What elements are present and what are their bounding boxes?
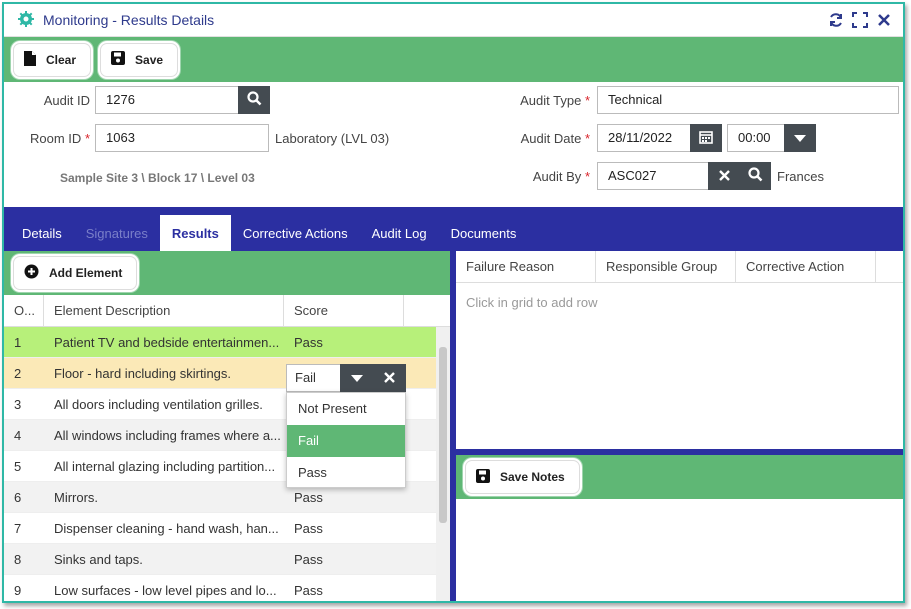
clear-button-label: Clear bbox=[46, 52, 77, 67]
close-icon bbox=[718, 169, 730, 184]
column-score[interactable]: Score bbox=[284, 295, 404, 326]
date-picker-button[interactable] bbox=[690, 124, 722, 152]
results-grid-header: O... Element Description Score bbox=[4, 295, 450, 327]
room-name-text: Laboratory (LVL 03) bbox=[275, 131, 390, 146]
title-bar: Monitoring - Results Details bbox=[4, 4, 903, 37]
audit-search-button[interactable] bbox=[238, 86, 270, 114]
table-row[interactable]: 9 Low surfaces - low level pipes and lo..… bbox=[4, 575, 450, 601]
calendar-icon bbox=[699, 130, 713, 147]
tab-details[interactable]: Details bbox=[10, 215, 74, 251]
add-row-hint[interactable]: Click in grid to add row bbox=[456, 283, 903, 322]
window-title: Monitoring - Results Details bbox=[43, 12, 215, 28]
chevron-down-icon bbox=[350, 371, 363, 386]
column-order[interactable]: O... bbox=[4, 295, 44, 326]
audit-header-form: Audit ID 1276 Room ID * 1063 Laboratory … bbox=[4, 82, 903, 207]
tab-results[interactable]: Results bbox=[159, 215, 231, 251]
score-editor-input[interactable]: Fail bbox=[286, 364, 340, 392]
tab-signatures: Signatures bbox=[85, 225, 148, 241]
toolbar: Clear Save bbox=[4, 37, 903, 82]
results-scrollbar[interactable] bbox=[436, 327, 450, 601]
add-element-label: Add Element bbox=[49, 266, 123, 280]
location-path: Sample Site 3 \ Block 17 \ Level 03 bbox=[60, 171, 255, 185]
audit-id-field[interactable]: 1276 bbox=[95, 86, 239, 114]
search-icon bbox=[747, 167, 763, 185]
results-content: Add Element O... Element Description Sco… bbox=[4, 251, 903, 601]
audit-by-name: Frances bbox=[777, 169, 824, 184]
tab-audit-log[interactable]: Audit Log bbox=[360, 215, 439, 251]
table-row[interactable]: 7 Dispenser cleaning - hand wash, han... P… bbox=[4, 513, 450, 544]
score-clear-button[interactable] bbox=[373, 364, 406, 392]
audit-date-label: Audit Date * bbox=[520, 131, 590, 146]
column-corrective-action[interactable]: Corrective Action bbox=[736, 251, 876, 282]
column-responsible-group[interactable]: Responsible Group bbox=[596, 251, 736, 282]
audit-type-field[interactable]: Technical bbox=[597, 86, 899, 114]
failures-grid-header: Failure Reason Responsible Group Correct… bbox=[456, 251, 903, 283]
floppy-disk-icon bbox=[476, 468, 490, 486]
save-button-label: Save bbox=[135, 52, 164, 67]
option-not-present[interactable]: Not Present bbox=[287, 393, 405, 425]
audit-type-label: Audit Type * bbox=[520, 93, 590, 108]
option-pass[interactable]: Pass bbox=[287, 457, 405, 489]
audit-id-label: Audit ID bbox=[43, 93, 90, 108]
results-toolbar: Add Element bbox=[4, 251, 450, 295]
document-icon bbox=[24, 50, 36, 69]
close-icon[interactable] bbox=[875, 11, 893, 29]
tab-documents[interactable]: Documents bbox=[439, 215, 529, 251]
audit-by-field[interactable]: ASC027 bbox=[597, 162, 709, 190]
table-row[interactable]: 1 Patient TV and bedside entertainmen... P… bbox=[4, 327, 450, 358]
failures-panel: Failure Reason Responsible Group Correct… bbox=[456, 251, 903, 601]
plus-circle-icon bbox=[24, 264, 39, 282]
chevron-down-icon bbox=[794, 131, 806, 146]
score-dropdown-button[interactable] bbox=[340, 364, 373, 392]
tab-corrective-actions[interactable]: Corrective Actions bbox=[231, 215, 360, 251]
add-element-button[interactable]: Add Element bbox=[13, 256, 138, 290]
score-dropdown-list: Not Present Fail Pass bbox=[286, 392, 406, 488]
audit-time-field[interactable]: 00:00 bbox=[727, 124, 785, 152]
score-editor[interactable]: Fail bbox=[286, 364, 406, 392]
audit-date-field[interactable]: 28/11/2022 bbox=[597, 124, 691, 152]
column-failure-reason[interactable]: Failure Reason bbox=[456, 251, 596, 282]
column-element-description[interactable]: Element Description bbox=[44, 295, 284, 326]
search-icon bbox=[246, 91, 262, 109]
audit-by-clear-button[interactable] bbox=[708, 162, 740, 190]
save-notes-label: Save Notes bbox=[500, 470, 565, 484]
floppy-disk-icon bbox=[111, 51, 126, 68]
refresh-icon[interactable] bbox=[827, 11, 845, 29]
app-gear-icon bbox=[18, 10, 34, 30]
save-notes-button[interactable]: Save Notes bbox=[465, 460, 580, 494]
room-id-field[interactable]: 1063 bbox=[95, 124, 269, 152]
time-dropdown-button[interactable] bbox=[784, 124, 816, 152]
scrollbar-thumb[interactable] bbox=[439, 347, 447, 523]
room-id-label: Room ID * bbox=[30, 131, 90, 146]
results-details-window: Monitoring - Results Details Clear Save … bbox=[2, 2, 905, 603]
clear-button[interactable]: Clear bbox=[13, 42, 92, 77]
close-icon bbox=[384, 371, 395, 386]
table-row[interactable]: 8 Sinks and taps. Pass bbox=[4, 544, 450, 575]
notes-toolbar: Save Notes bbox=[456, 455, 903, 499]
results-panel: Add Element O... Element Description Sco… bbox=[4, 251, 450, 601]
option-fail[interactable]: Fail bbox=[287, 425, 405, 457]
save-button[interactable]: Save bbox=[100, 42, 179, 77]
audit-by-label: Audit By * bbox=[532, 169, 590, 184]
audit-by-search-button[interactable] bbox=[739, 162, 771, 190]
maximize-icon[interactable] bbox=[851, 11, 869, 29]
tab-bar: Details Signatures Results Corrective Ac… bbox=[4, 207, 903, 251]
notes-textarea[interactable] bbox=[456, 531, 903, 601]
